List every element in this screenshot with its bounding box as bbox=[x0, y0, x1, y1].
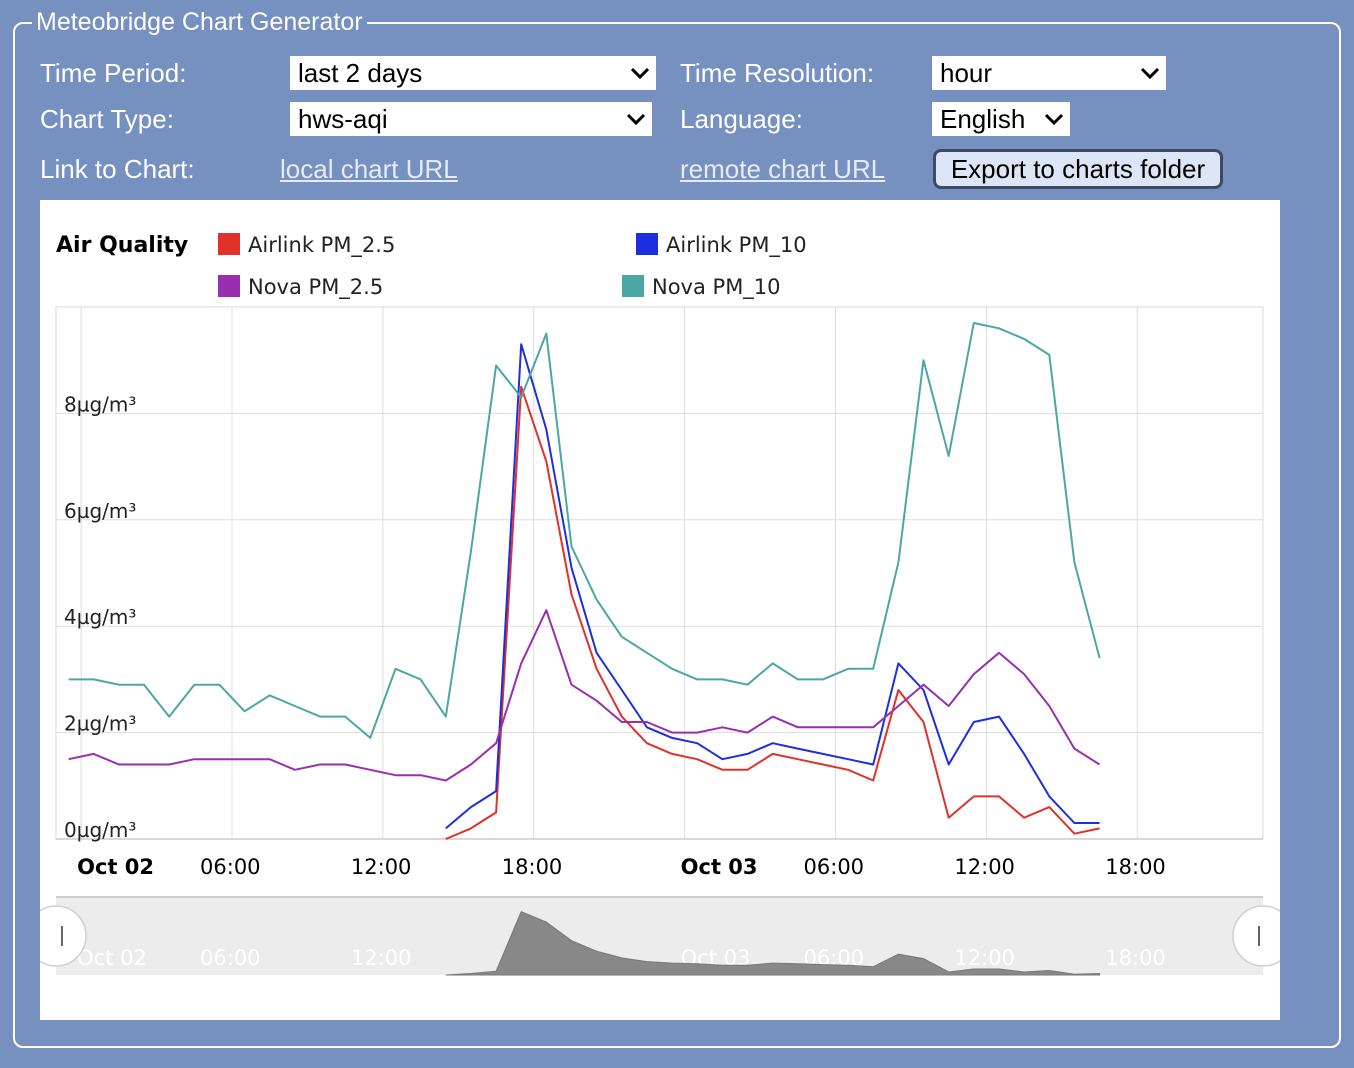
time-period-value: last 2 days bbox=[298, 57, 423, 88]
legend-item[interactable]: Airlink PM_10 bbox=[666, 233, 807, 258]
time-period-label: Time Period: bbox=[40, 58, 187, 88]
y-tick-label: 8µg/m³ bbox=[64, 392, 136, 416]
x-axis-ticks: Oct 02 06:00 12:00 18:00 Oct 03 06:00 12:00 18:… bbox=[77, 855, 1166, 879]
legend-swatch bbox=[622, 275, 644, 297]
x-tick-label: 18:00 bbox=[502, 855, 563, 879]
chart-type-value: hws-aqi bbox=[298, 103, 388, 134]
navigator-tick-label: 18:00 bbox=[1105, 946, 1166, 970]
x-tick-label: 06:00 bbox=[804, 855, 865, 879]
export-to-charts-folder-button[interactable]: Export to charts folder bbox=[933, 149, 1223, 189]
x-tick-label: 12:00 bbox=[954, 855, 1015, 879]
chevron-down-icon bbox=[620, 102, 652, 136]
data-series bbox=[68, 322, 1101, 840]
x-tick-label: 18:00 bbox=[1105, 855, 1166, 879]
x-tick-label: Oct 03 bbox=[681, 855, 758, 879]
chevron-down-icon bbox=[1038, 102, 1070, 136]
language-select[interactable]: English bbox=[932, 102, 1070, 136]
navigator-tick-label: 06:00 bbox=[200, 946, 261, 970]
language-value: English bbox=[940, 103, 1026, 134]
legend-item[interactable]: Nova PM_10 bbox=[652, 275, 781, 300]
x-tick-label: 12:00 bbox=[351, 855, 412, 879]
series-line[interactable] bbox=[68, 322, 1101, 739]
navigator-tick-label: Oct 02 bbox=[77, 946, 147, 970]
chevron-down-icon bbox=[1134, 56, 1166, 90]
chart-type-select[interactable]: hws-aqi bbox=[290, 102, 652, 136]
air-quality-chart: Air Quality Airlink PM_2.5 Airlink PM_10 N… bbox=[25, 233, 1294, 976]
legend-swatch bbox=[218, 275, 240, 297]
time-resolution-select[interactable]: hour bbox=[932, 56, 1166, 90]
y-axis-ticks: 0µg/m³ 2µg/m³ 4µg/m³ 6µg/m³ 8µg/m³ bbox=[64, 392, 136, 842]
navigator-tick-label: 12:00 bbox=[351, 946, 412, 970]
navigator-tick-label: 12:00 bbox=[954, 946, 1015, 970]
link-to-chart-label: Link to Chart: bbox=[40, 154, 195, 184]
series-line[interactable] bbox=[445, 385, 1100, 840]
series-line[interactable] bbox=[445, 343, 1100, 830]
x-tick-label: 06:00 bbox=[200, 855, 261, 879]
time-resolution-label: Time Resolution: bbox=[680, 58, 875, 88]
chevron-down-icon bbox=[624, 56, 656, 90]
chart-legend: Airlink PM_2.5 Airlink PM_10 Nova PM_2.5 No… bbox=[218, 233, 807, 300]
y-tick-label: 4µg/m³ bbox=[64, 605, 136, 629]
chart-title: Air Quality bbox=[56, 233, 188, 258]
language-label: Language: bbox=[680, 104, 803, 134]
time-period-select[interactable]: last 2 days bbox=[290, 56, 656, 90]
legend-item[interactable]: Nova PM_2.5 bbox=[248, 275, 383, 300]
y-tick-label: 0µg/m³ bbox=[64, 818, 136, 842]
time-resolution-value: hour bbox=[940, 57, 993, 88]
form-title: Meteobridge Chart Generator bbox=[32, 8, 367, 37]
legend-swatch bbox=[218, 233, 240, 255]
legend-item[interactable]: Airlink PM_2.5 bbox=[248, 233, 395, 258]
chart-panel: Air Quality Airlink PM_2.5 Airlink PM_10 N… bbox=[25, 200, 1294, 1020]
x-tick-label: Oct 02 bbox=[77, 855, 154, 879]
y-tick-label: 2µg/m³ bbox=[64, 712, 136, 736]
chart-type-label: Chart Type: bbox=[40, 104, 174, 134]
remote-chart-url-link[interactable]: remote chart URL bbox=[680, 154, 885, 185]
local-chart-url-link[interactable]: local chart URL bbox=[280, 154, 458, 185]
legend-swatch bbox=[636, 233, 658, 255]
y-tick-label: 6µg/m³ bbox=[64, 499, 136, 523]
